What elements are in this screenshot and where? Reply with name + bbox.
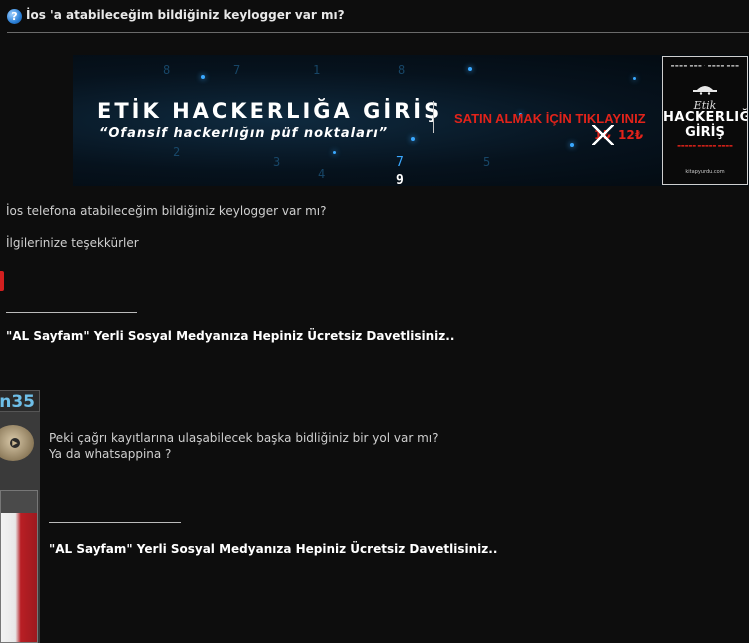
banner-matrix-glyph: 3	[273, 155, 281, 169]
book-title-line2: GİRİŞ	[685, 125, 725, 140]
question-icon: ?	[7, 9, 22, 24]
banner-matrix-glyph: 5	[483, 155, 491, 169]
signature-divider	[49, 522, 181, 523]
banner-matrix-glyph: 2	[173, 145, 181, 159]
buy-now-link[interactable]: SATIN ALMAK İÇİN TIKLAYINIZ	[454, 111, 646, 126]
banner-matrix-glyph: 8	[163, 63, 171, 77]
book-red-tagline: ▬▬▬▬▬ ▬▬▬▬▬ ▬▬▬▬	[677, 143, 733, 148]
avatar[interactable]: ▶	[0, 412, 40, 643]
header-divider	[7, 32, 749, 33]
banner-subtitle: “Ofansif hackerlığın püf noktaları”	[99, 126, 389, 141]
post1-text-line1: İos telefona atabileceğim bildiğiniz key…	[6, 204, 327, 218]
post2-text-line2: Ya da whatsappina ?	[49, 447, 172, 461]
book-footer: kitapyurdu.com	[685, 169, 725, 175]
flag-image	[1, 513, 37, 642]
banner-digit: 7	[396, 155, 404, 170]
book-title-line1: HACKERLIĞA	[663, 110, 747, 125]
banner-glow-dot	[633, 77, 636, 80]
banner-title: ETİK HACKERLIĞA GİRİŞ	[97, 99, 443, 123]
banner-matrix-glyph: 1	[313, 63, 321, 77]
thread-header: ? İos 'a atabileceğim bildiğiniz keylogg…	[0, 0, 749, 33]
banner-matrix-glyph: 7	[233, 63, 241, 77]
banner-digit: 9	[396, 173, 404, 186]
thread-title: İos 'a atabileceğim bildiğiniz keylogger…	[26, 8, 345, 22]
book-cover[interactable]: ▬▬▬▬ ▬▬▬ · ▬▬▬▬ ▬▬▬ Etik HACKERLIĞA GİRİ…	[662, 56, 748, 185]
play-icon: ▶	[10, 438, 20, 448]
banner-glow-dot	[201, 75, 205, 79]
post2-signature-link[interactable]: "AL Sayfam" Yerli Sosyal Medyanıza Hepin…	[49, 542, 497, 556]
user-rank-tag: n35	[0, 390, 40, 412]
post1-signature-link[interactable]: "AL Sayfam" Yerli Sosyal Medyanıza Hepin…	[6, 329, 454, 343]
avatar-image	[0, 490, 38, 643]
signature-divider	[6, 312, 137, 313]
banner-glow-dot	[333, 151, 336, 154]
post1-text-line2: İlgilerinize teşekkürler	[6, 236, 139, 250]
post-side-marker	[0, 271, 4, 291]
book-authors-line: ▬▬▬▬ ▬▬▬ · ▬▬▬▬ ▬▬▬	[670, 63, 740, 68]
hacker-hat-icon	[693, 86, 717, 95]
banner-divider	[433, 101, 434, 133]
banner-glow-dot	[411, 137, 415, 141]
ad-banner[interactable]: 8 7 1 8 2 3 4 5 ETİK HACKERLIĞA GİRİŞ “O…	[73, 55, 749, 186]
user-rank-label: n35	[0, 392, 35, 412]
banner-matrix-glyph: 4	[318, 167, 326, 181]
post2-text-line1: Peki çağrı kayıtlarına ulaşabilecek başk…	[49, 431, 439, 445]
new-price: 12₺	[618, 128, 644, 142]
banner-matrix-glyph: 8	[398, 63, 406, 77]
banner-glow-dot	[570, 143, 574, 147]
strikethrough-x-icon	[592, 125, 614, 145]
banner-glow-dot	[468, 67, 472, 71]
